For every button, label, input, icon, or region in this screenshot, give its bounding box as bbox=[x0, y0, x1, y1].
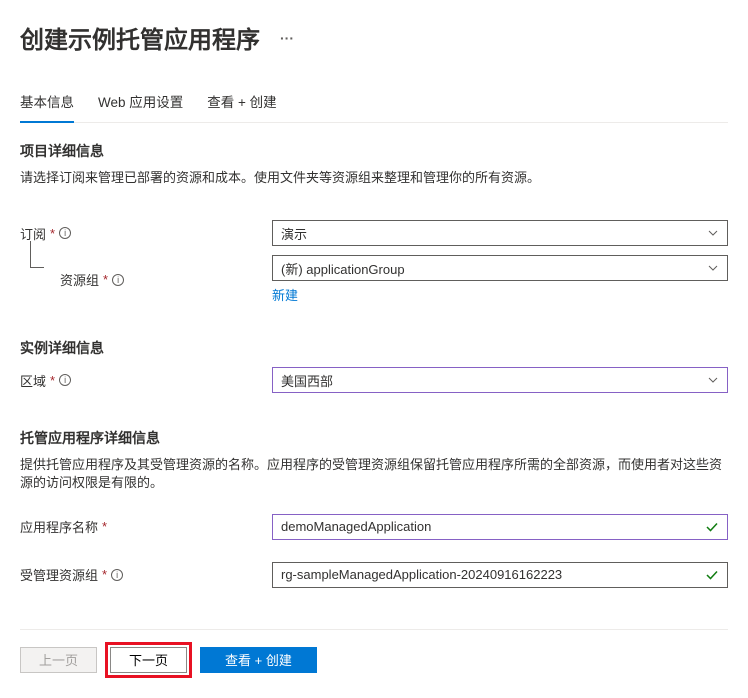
new-resource-group-link[interactable]: 新建 bbox=[272, 285, 298, 304]
required-asterisk: * bbox=[50, 226, 55, 241]
more-icon[interactable]: ··· bbox=[280, 30, 294, 46]
required-asterisk: * bbox=[102, 567, 107, 582]
required-asterisk: * bbox=[50, 373, 55, 388]
page-title-text: 创建示例托管应用程序 bbox=[20, 20, 260, 55]
page-title: 创建示例托管应用程序 ··· bbox=[20, 20, 728, 55]
chevron-down-icon bbox=[707, 227, 719, 239]
resource-group-row: 资源组 * i (新) applicationGroup 新建 bbox=[20, 255, 728, 304]
resource-group-select[interactable]: (新) applicationGroup bbox=[272, 255, 728, 281]
resource-group-label: 资源组 * i bbox=[20, 270, 272, 289]
info-icon[interactable]: i bbox=[112, 274, 124, 286]
app-name-label: 应用程序名称 * bbox=[20, 517, 272, 536]
managed-section-desc: 提供托管应用程序及其受管理资源的名称。应用程序的受管理资源组保留托管应用程序所需… bbox=[20, 456, 728, 492]
managed-rg-label: 受管理资源组 * i bbox=[20, 565, 272, 584]
chevron-down-icon bbox=[707, 262, 719, 274]
required-asterisk: * bbox=[102, 519, 107, 534]
highlight-box: 下一页 bbox=[105, 642, 192, 678]
tab-web-settings[interactable]: Web 应用设置 bbox=[98, 91, 183, 123]
subscription-label: 订阅 * i bbox=[20, 224, 272, 243]
review-create-button[interactable]: 查看 + 创建 bbox=[200, 647, 317, 673]
next-button[interactable]: 下一页 bbox=[110, 647, 187, 673]
region-row: 区域 * i 美国西部 bbox=[20, 366, 728, 394]
info-icon[interactable]: i bbox=[59, 227, 71, 239]
managed-rg-input[interactable]: rg-sampleManagedApplication-202409161622… bbox=[272, 562, 728, 588]
tabs: 基本信息 Web 应用设置 查看 + 创建 bbox=[20, 91, 728, 123]
subscription-select[interactable]: 演示 bbox=[272, 220, 728, 246]
info-icon[interactable]: i bbox=[59, 374, 71, 386]
app-name-input[interactable]: demoManagedApplication bbox=[272, 514, 728, 540]
check-icon bbox=[705, 568, 719, 582]
managed-rg-row: 受管理资源组 * i rg-sampleManagedApplication-2… bbox=[20, 561, 728, 589]
project-section-title: 项目详细信息 bbox=[20, 141, 728, 161]
tab-review-create[interactable]: 查看 + 创建 bbox=[207, 91, 276, 123]
app-name-row: 应用程序名称 * demoManagedApplication bbox=[20, 513, 728, 541]
instance-section-title: 实例详细信息 bbox=[20, 338, 728, 358]
info-icon[interactable]: i bbox=[111, 569, 123, 581]
footer: 上一页 下一页 查看 + 创建 bbox=[20, 629, 728, 678]
required-asterisk: * bbox=[103, 272, 108, 287]
tab-basic[interactable]: 基本信息 bbox=[20, 91, 74, 123]
project-section-desc: 请选择订阅来管理已部署的资源和成本。使用文件夹等资源组来整理和管理你的所有资源。 bbox=[20, 169, 728, 187]
region-select[interactable]: 美国西部 bbox=[272, 367, 728, 393]
managed-section-title: 托管应用程序详细信息 bbox=[20, 428, 728, 448]
check-icon bbox=[705, 520, 719, 534]
region-label: 区域 * i bbox=[20, 371, 272, 390]
chevron-down-icon bbox=[707, 374, 719, 386]
prev-button: 上一页 bbox=[20, 647, 97, 673]
subscription-row: 订阅 * i 演示 bbox=[20, 219, 728, 247]
